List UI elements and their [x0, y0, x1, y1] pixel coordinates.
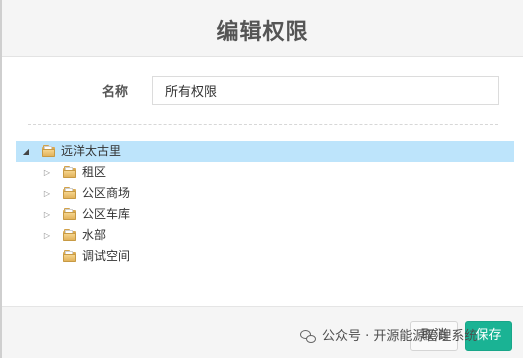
tree-node-root[interactable]: ◢ 远洋太古里: [16, 141, 514, 162]
tree-node-item[interactable]: ▷ 公区车库: [16, 204, 514, 225]
tree-node-item[interactable]: 调试空间: [16, 246, 514, 267]
expand-triangle-icon[interactable]: ◢: [20, 141, 32, 162]
tree-node-item[interactable]: ▷ 租区: [16, 162, 514, 183]
tree-node-label: 公区商场: [82, 186, 131, 200]
watermark-text: 公众号 · 开源能源管理系统: [322, 329, 478, 344]
folder-icon: [63, 187, 77, 199]
dialog-body: 名称 ◢ 远洋太古里 ▷ 租区 ▷: [2, 57, 523, 307]
form-divider: [28, 124, 498, 125]
tree-node-item[interactable]: ▷ 水部: [16, 225, 514, 246]
tree-node-label: 租区: [82, 165, 107, 179]
folder-icon: [63, 229, 77, 241]
collapse-triangle-icon[interactable]: ▷: [41, 162, 53, 183]
tree-node-label: 远洋太古里: [61, 144, 122, 158]
name-input[interactable]: [152, 76, 499, 105]
folder-open-icon: [42, 145, 56, 157]
tree-node-label: 公区车库: [82, 207, 131, 221]
edit-permission-dialog: 编辑权限 名称 ◢ 远洋太古里 ▷ 租区 ▷: [2, 0, 523, 358]
wechat-icon: [300, 330, 316, 344]
dialog-title: 编辑权限: [216, 20, 309, 45]
tree-node-label: 水部: [82, 228, 107, 242]
permission-tree: ◢ 远洋太古里 ▷ 租区 ▷ 公区商场 ▷ 公区车库 ▷ 水部 调试空间: [16, 141, 514, 267]
name-label: 名称: [102, 85, 129, 100]
collapse-triangle-icon[interactable]: ▷: [41, 183, 53, 204]
tree-node-item[interactable]: ▷ 公区商场: [16, 183, 514, 204]
folder-icon: [63, 208, 77, 220]
folder-icon: [63, 166, 77, 178]
dialog-header: 编辑权限: [2, 0, 523, 57]
collapse-triangle-icon[interactable]: ▷: [41, 204, 53, 225]
tree-node-label: 调试空间: [82, 249, 131, 263]
collapse-triangle-icon[interactable]: ▷: [41, 225, 53, 246]
folder-icon: [63, 250, 77, 262]
